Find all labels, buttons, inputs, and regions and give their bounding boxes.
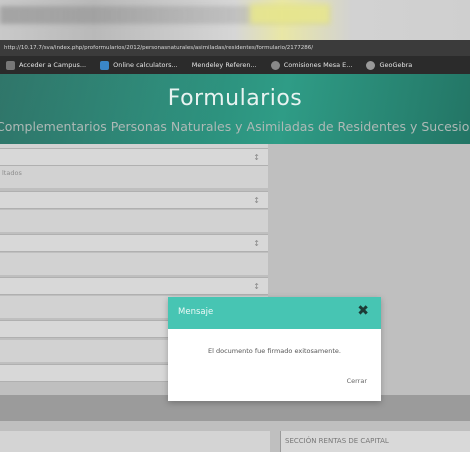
bookmark-label: GeoGebra <box>379 61 413 69</box>
bookmark-label: Online calculators... <box>113 61 178 69</box>
browser-title-strip <box>0 0 470 40</box>
tab-highlight <box>250 4 330 24</box>
bookmark-label: Comisiones Mesa E... <box>283 61 353 69</box>
campus-icon <box>6 60 15 70</box>
select-field-2[interactable]: ↕ <box>0 191 268 209</box>
bookmark-label: Acceder a Campus... <box>19 61 87 69</box>
bookmark-campus[interactable]: Acceder a Campus... <box>0 60 94 70</box>
globe-icon <box>270 60 280 70</box>
bookmark-label: Mendeley Referen... <box>191 61 257 69</box>
page-subtitle: Complementarios Personas Naturales y Asi… <box>0 119 470 134</box>
bookmarks-bar: Acceder a Campus... Online calculators..… <box>0 56 470 74</box>
form-row <box>0 166 268 188</box>
bookmark-comisiones[interactable]: Comisiones Mesa E... <box>265 60 361 70</box>
close-button[interactable]: Cerrar <box>347 377 367 385</box>
address-bar[interactable]: http://10.17.7/sva/index.php/proformular… <box>0 40 470 56</box>
dialog-title: Mensaje <box>178 307 214 317</box>
page-header: Formularios Complementarios Personas Nat… <box>0 74 470 144</box>
select-arrow-icon: ↕ <box>253 239 260 248</box>
form-row <box>0 210 268 232</box>
calculator-icon <box>100 60 110 70</box>
bookmark-calculators[interactable]: Online calculators... <box>94 60 186 70</box>
bookmark-mendeley[interactable]: Mendeley Referen... <box>186 61 265 69</box>
page-title: Formularios <box>167 86 303 111</box>
select-arrow-icon: ↕ <box>253 153 260 162</box>
dialog-message: El documento fue firmado exitosamente. <box>208 347 341 355</box>
dialog-header: Mensaje ✖ <box>168 297 381 329</box>
select-field-3[interactable]: ↕ <box>0 234 268 252</box>
select-field-4[interactable]: ↕ <box>0 277 268 295</box>
close-icon[interactable]: ✖ <box>357 303 369 319</box>
field-label: ltados <box>2 169 22 177</box>
bookmark-geogebra[interactable]: GeoGebra <box>360 60 420 70</box>
text-field-7[interactable] <box>0 431 270 452</box>
message-dialog: Mensaje ✖ El documento fue firmado exito… <box>168 297 381 401</box>
geogebra-icon <box>366 60 376 70</box>
form-row <box>0 253 268 275</box>
select-arrow-icon: ↕ <box>253 282 260 291</box>
select-arrow-icon: ↕ <box>253 196 260 205</box>
select-field-1[interactable]: ↕ <box>0 148 268 166</box>
section-header-rentas-capital: SECCIÓN RENTAS DE CAPITAL <box>280 431 470 452</box>
address-url: http://10.17.7/sva/index.php/proformular… <box>4 45 314 51</box>
